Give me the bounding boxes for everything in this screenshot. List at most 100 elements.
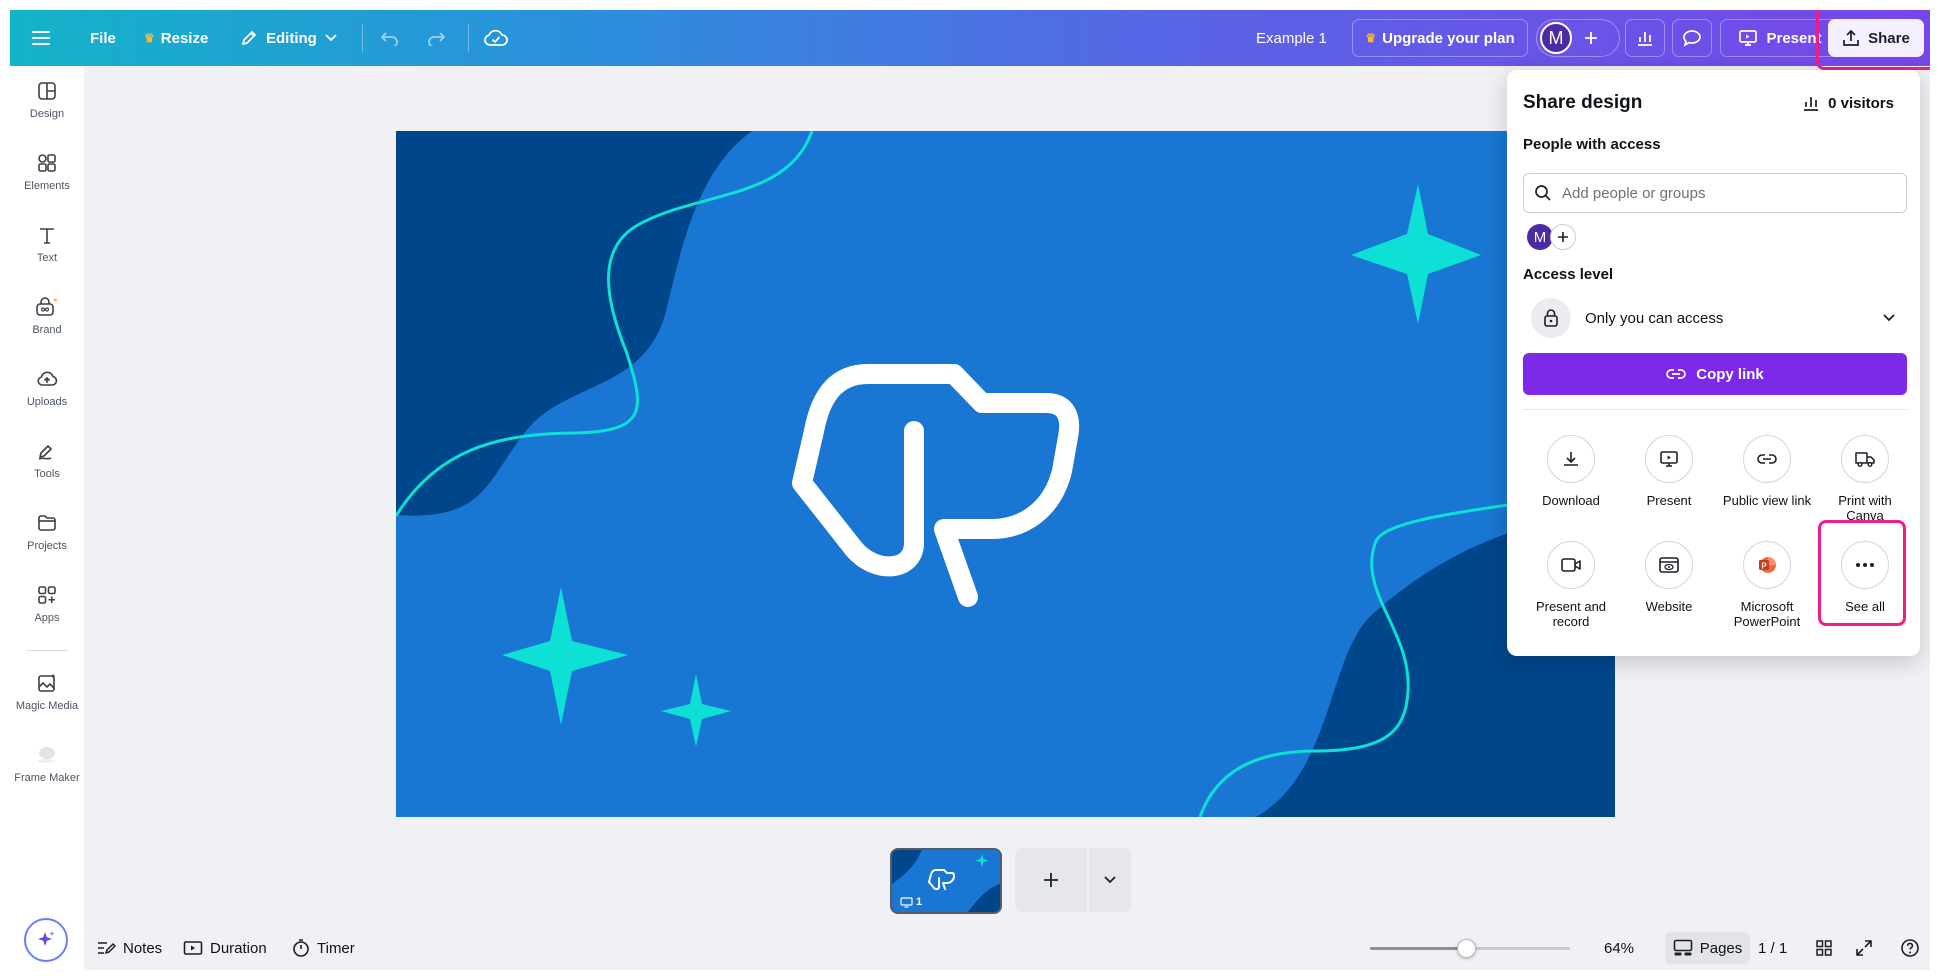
share-button-highlight <box>1816 10 1930 70</box>
top-toolbar: File ♛ Resize Editing Example 1 ♛ Upgrad… <box>10 10 1930 66</box>
slide-badge: 1 <box>900 896 922 908</box>
upgrade-plan-button[interactable]: ♛ Upgrade your plan <box>1352 19 1528 57</box>
redo-icon <box>428 32 446 46</box>
download-icon <box>1564 452 1578 466</box>
timer-button[interactable]: Timer <box>292 934 355 962</box>
save-status-button[interactable] <box>484 10 508 66</box>
upgrade-label: Upgrade your plan <box>1382 29 1515 47</box>
timer-icon <box>293 939 309 957</box>
share-option-label: Website <box>1645 599 1693 614</box>
notes-icon <box>98 942 116 955</box>
comments-button[interactable] <box>1672 19 1712 57</box>
slide-artwork <box>396 131 1615 817</box>
sidebar-item-label: Elements <box>24 180 70 192</box>
projects-icon <box>38 515 56 531</box>
chevron-down-icon <box>1104 876 1116 884</box>
zoom-slider-handle[interactable] <box>1457 939 1476 958</box>
sidebar-item-uploads[interactable]: Uploads <box>10 360 84 418</box>
page-counter: 1 / 1 <box>1758 939 1788 957</box>
share-panel-title: Share design <box>1523 92 1643 113</box>
add-people-field[interactable] <box>1523 173 1907 213</box>
frame-maker-icon <box>38 747 56 763</box>
add-page-options-button[interactable] <box>1089 848 1131 912</box>
sidebar-item-label: Design <box>29 108 65 120</box>
hamburger-icon <box>32 31 50 45</box>
sidebar-item-design[interactable]: Design <box>10 72 84 130</box>
timer-label: Timer <box>317 939 355 957</box>
main-menu-button[interactable] <box>32 10 50 66</box>
sidebar-item-magic-media[interactable]: Magic Media <box>10 664 84 722</box>
access-level-dropdown[interactable]: Only you can access <box>1523 296 1907 340</box>
grid-icon <box>1816 940 1832 956</box>
editing-mode-dropdown[interactable]: Editing <box>240 10 337 66</box>
notes-button[interactable]: Notes <box>96 934 162 962</box>
share-option-present[interactable]: Present <box>1621 435 1717 508</box>
pencil-icon <box>242 31 256 45</box>
bar-chart-icon <box>1638 32 1652 46</box>
visitors-label: 0 visitors <box>1828 94 1894 112</box>
sidebar-item-projects[interactable]: Projects <box>10 504 84 562</box>
share-option-print-with-canva[interactable]: Print with Canva <box>1817 435 1913 523</box>
plus-icon <box>1044 873 1058 887</box>
comment-icon <box>1683 30 1701 47</box>
insights-button[interactable] <box>1625 19 1665 57</box>
share-option-present-and-record[interactable]: Present and record <box>1523 541 1619 629</box>
sidebar-item-elements[interactable]: Elements <box>10 144 84 202</box>
help-icon <box>1901 939 1919 957</box>
zoom-percentage[interactable]: 64% <box>1604 934 1634 962</box>
share-option-website[interactable]: Website <box>1621 541 1717 614</box>
add-page-button[interactable] <box>1015 848 1087 912</box>
fullscreen-button[interactable] <box>1855 934 1873 962</box>
share-option-download[interactable]: Download <box>1523 435 1619 508</box>
page-thumbnail[interactable]: 1 <box>890 848 1002 914</box>
present-icon <box>1660 451 1678 467</box>
present-icon <box>1739 30 1758 46</box>
pages-button[interactable]: Pages <box>1665 932 1750 964</box>
add-people-input[interactable] <box>1562 184 1892 202</box>
sidebar-item-apps[interactable]: Apps <box>10 576 84 634</box>
sidebar-item-label: Frame Maker <box>14 772 80 784</box>
document-title[interactable]: Example 1 <box>1256 10 1327 66</box>
sidebar-item-label: Uploads <box>26 396 68 408</box>
redo-button[interactable] <box>426 10 446 66</box>
help-button[interactable] <box>1900 934 1920 962</box>
add-collaborator-icon[interactable] <box>1584 31 1598 45</box>
chevron-down-icon <box>325 34 337 42</box>
lock-badge <box>1531 298 1571 338</box>
copy-link-button[interactable]: Copy link <box>1523 353 1907 395</box>
present-icon <box>900 896 913 908</box>
undo-button[interactable] <box>380 10 400 66</box>
add-member-button[interactable] <box>1550 224 1576 250</box>
plus-icon <box>1558 232 1568 242</box>
share-option-public-view-link[interactable]: Public view link <box>1719 435 1815 508</box>
visitors-button[interactable]: 0 visitors <box>1802 94 1894 112</box>
design-icon <box>38 82 56 100</box>
brand-icon <box>36 297 57 316</box>
website-icon <box>1659 557 1679 573</box>
expand-icon <box>1856 940 1872 956</box>
elements-icon <box>38 154 56 172</box>
grid-view-button[interactable] <box>1815 934 1833 962</box>
zoom-slider[interactable] <box>1370 939 1570 958</box>
sidebar-item-brand[interactable]: Brand <box>10 288 84 346</box>
sidebar-item-label: Magic Media <box>15 700 79 712</box>
access-level-value: Only you can access <box>1585 309 1724 327</box>
magic-media-icon <box>38 673 56 692</box>
app-frame: File ♛ Resize Editing Example 1 ♛ Upgrad… <box>10 10 1930 970</box>
sidebar-item-frame-maker[interactable]: Frame Maker <box>10 736 84 794</box>
search-icon <box>1535 185 1551 201</box>
share-option-microsoft-powerpoint[interactable]: P Microsoft PowerPoint <box>1719 541 1815 629</box>
magic-assistant-button[interactable] <box>24 918 68 962</box>
share-option-label: Microsoft PowerPoint <box>1733 599 1801 629</box>
file-menu[interactable]: File <box>90 10 116 66</box>
sidebar-item-tools[interactable]: Tools <box>10 432 84 490</box>
avatar[interactable]: M <box>1540 22 1572 54</box>
resize-button[interactable]: ♛ Resize <box>144 10 208 66</box>
truck-icon <box>1855 452 1875 467</box>
see-all-highlight <box>1818 520 1906 626</box>
design-canvas[interactable] <box>396 131 1615 817</box>
sidebar-item-text[interactable]: Text <box>10 216 84 274</box>
duration-button[interactable]: Duration <box>183 934 267 962</box>
duration-icon <box>183 941 203 955</box>
sparkle-icon <box>38 931 55 946</box>
